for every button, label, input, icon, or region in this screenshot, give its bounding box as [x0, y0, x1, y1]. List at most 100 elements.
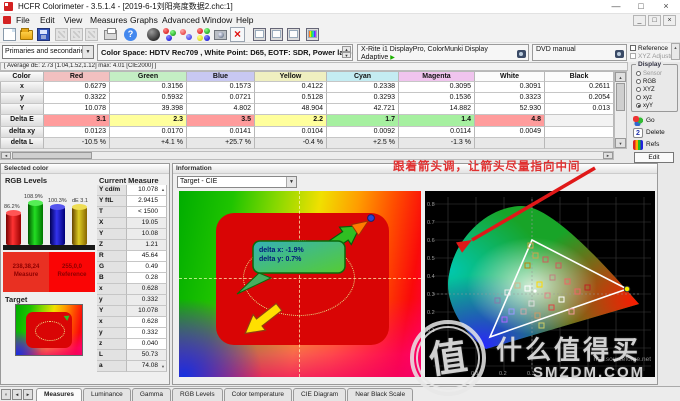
monitor-color-view-icon[interactable] — [306, 28, 319, 41]
delta-e-cell[interactable]: 3.1 — [44, 115, 110, 127]
tab-scroll-left-icon[interactable]: ◄ — [12, 389, 22, 400]
cell[interactable]: 0.1536 — [399, 93, 475, 104]
radio-xyz[interactable]: XYZ — [636, 86, 655, 94]
monitor-view-2-icon[interactable] — [270, 28, 283, 41]
cell[interactable]: +25.7 % — [187, 138, 255, 149]
chevron-down-icon[interactable]: ▼ — [82, 46, 93, 58]
menu-view[interactable]: View — [60, 14, 86, 27]
cell[interactable]: 0.1573 — [187, 82, 255, 93]
scroll-left-icon[interactable]: ◄ — [1, 152, 11, 159]
column-header-magenta[interactable]: Magenta — [399, 71, 475, 82]
menu-advanced[interactable]: Advanced — [158, 14, 204, 27]
table-vertical-scrollbar[interactable]: ▲ ▼ — [614, 71, 627, 149]
menu-file[interactable]: File — [12, 14, 34, 27]
column-header-white[interactable]: White — [475, 71, 545, 82]
column-header-yellow[interactable]: Yellow — [255, 71, 327, 82]
cell[interactable]: 0.3091 — [475, 82, 545, 93]
cell[interactable]: 0.2611 — [545, 82, 614, 93]
menu-window[interactable]: Window — [198, 14, 236, 27]
cell[interactable]: 0.3323 — [475, 93, 545, 104]
measure-all-icon[interactable] — [197, 28, 210, 41]
scroll-up-icon[interactable]: ▲ — [161, 187, 165, 192]
minimize-button[interactable]: — — [604, 0, 628, 14]
mdi-close-button[interactable]: × — [663, 15, 676, 26]
tab-rgb-levels[interactable]: RGB Levels — [172, 388, 223, 401]
open-file-icon[interactable] — [20, 30, 33, 40]
print-icon[interactable] — [104, 30, 117, 40]
tab-scroll-right-icon[interactable]: ► — [23, 389, 33, 400]
cell[interactable]: 0.5932 — [110, 93, 187, 104]
measure-mode-select[interactable]: Primaries and secondaries ▼ — [2, 45, 94, 59]
cell[interactable]: 0.3293 — [327, 93, 399, 104]
delta-e-cell[interactable]: 4.8 — [475, 115, 545, 127]
tab-luminance[interactable]: Luminance — [83, 388, 131, 401]
copy-icon[interactable] — [70, 28, 83, 41]
scroll-down-icon[interactable]: ▼ — [161, 364, 165, 369]
radio-xyY[interactable]: xyY — [636, 102, 653, 110]
cell[interactable]: 0.0049 — [475, 127, 545, 138]
scroll-down-icon[interactable]: ▼ — [615, 138, 626, 148]
paste-icon[interactable] — [85, 28, 98, 41]
cell[interactable]: +4.1 % — [110, 138, 187, 149]
cell[interactable]: 0.3322 — [44, 93, 110, 104]
scroll-up-icon[interactable]: ▲ — [671, 43, 680, 60]
save-icon[interactable] — [37, 28, 50, 41]
colorspace-info-box[interactable]: Color Space: HDTV Rec709 , White Point: … — [97, 44, 353, 61]
delete-button[interactable]: 2 Delete — [633, 128, 679, 139]
mdi-restore-button[interactable]: □ — [648, 15, 661, 26]
cell[interactable]: 0.013 — [545, 104, 614, 115]
edit-button[interactable]: Edit — [634, 152, 674, 163]
cell[interactable]: 14.882 — [399, 104, 475, 115]
cell[interactable]: -10.5 % — [44, 138, 110, 149]
delta-e-cell[interactable]: 3.5 — [187, 115, 255, 127]
cell[interactable]: 0.0141 — [187, 127, 255, 138]
spinner[interactable]: ▲ ▼ — [342, 46, 351, 59]
cell[interactable]: 4.802 — [187, 104, 255, 115]
cell[interactable]: 0.3095 — [399, 82, 475, 93]
cell[interactable]: 0.0170 — [110, 127, 187, 138]
delta-e-cell[interactable]: 1.7 — [327, 115, 399, 127]
cell[interactable]: -0.4 % — [255, 138, 327, 149]
chevron-down-icon[interactable]: ▼ — [286, 177, 296, 187]
monitor-view-3-icon[interactable] — [287, 28, 300, 41]
cell[interactable]: 39.398 — [110, 104, 187, 115]
cell[interactable]: 48.904 — [255, 104, 327, 115]
menu-measures[interactable]: Measures — [86, 14, 131, 27]
delta-e-cell[interactable]: 1.4 — [399, 115, 475, 127]
generator-box[interactable]: DVD manual — [532, 44, 627, 61]
cell[interactable] — [545, 127, 614, 138]
refs-button[interactable]: Refs — [633, 140, 679, 151]
column-header-black[interactable]: Black — [545, 71, 614, 82]
tab-measures[interactable]: Measures — [36, 388, 82, 401]
radio-rgb[interactable]: RGB — [636, 78, 656, 86]
cell[interactable]: 42.721 — [327, 104, 399, 115]
cell[interactable] — [545, 138, 614, 149]
tab-color-temperature[interactable]: Color temperature — [224, 388, 292, 401]
cell[interactable]: 0.2338 — [327, 82, 399, 93]
cell[interactable]: 0.4122 — [255, 82, 327, 93]
cell[interactable]: +2.5 % — [327, 138, 399, 149]
cell[interactable] — [475, 138, 545, 149]
cell[interactable]: 0.0123 — [44, 127, 110, 138]
cell[interactable]: 0.0104 — [255, 127, 327, 138]
maximize-button[interactable]: □ — [629, 0, 653, 14]
cell[interactable]: 0.0114 — [399, 127, 475, 138]
mdi-minimize-button[interactable]: _ — [633, 15, 646, 26]
cut-icon[interactable] — [55, 28, 68, 41]
menu-help[interactable]: Help — [232, 14, 257, 27]
menu-edit[interactable]: Edit — [36, 14, 59, 27]
cell[interactable]: 52.930 — [475, 104, 545, 115]
close-button[interactable]: × — [654, 0, 678, 14]
cell[interactable]: 0.5128 — [255, 93, 327, 104]
monitor-view-1-icon[interactable] — [253, 28, 266, 41]
delta-e-cell[interactable]: 2.2 — [255, 115, 327, 127]
column-header-cyan[interactable]: Cyan — [327, 71, 399, 82]
scrollbar-thumb[interactable] — [616, 83, 625, 111]
cell[interactable]: 10.078 — [44, 104, 110, 115]
delta-e-cell[interactable] — [545, 115, 614, 127]
tab-near-black-scale[interactable]: Near Black Scale — [347, 388, 413, 401]
tab-gamma[interactable]: Gamma — [132, 388, 171, 401]
column-header-blue[interactable]: Blue — [187, 71, 255, 82]
column-header-red[interactable]: Red — [44, 71, 110, 82]
cell[interactable]: 0.0092 — [327, 127, 399, 138]
